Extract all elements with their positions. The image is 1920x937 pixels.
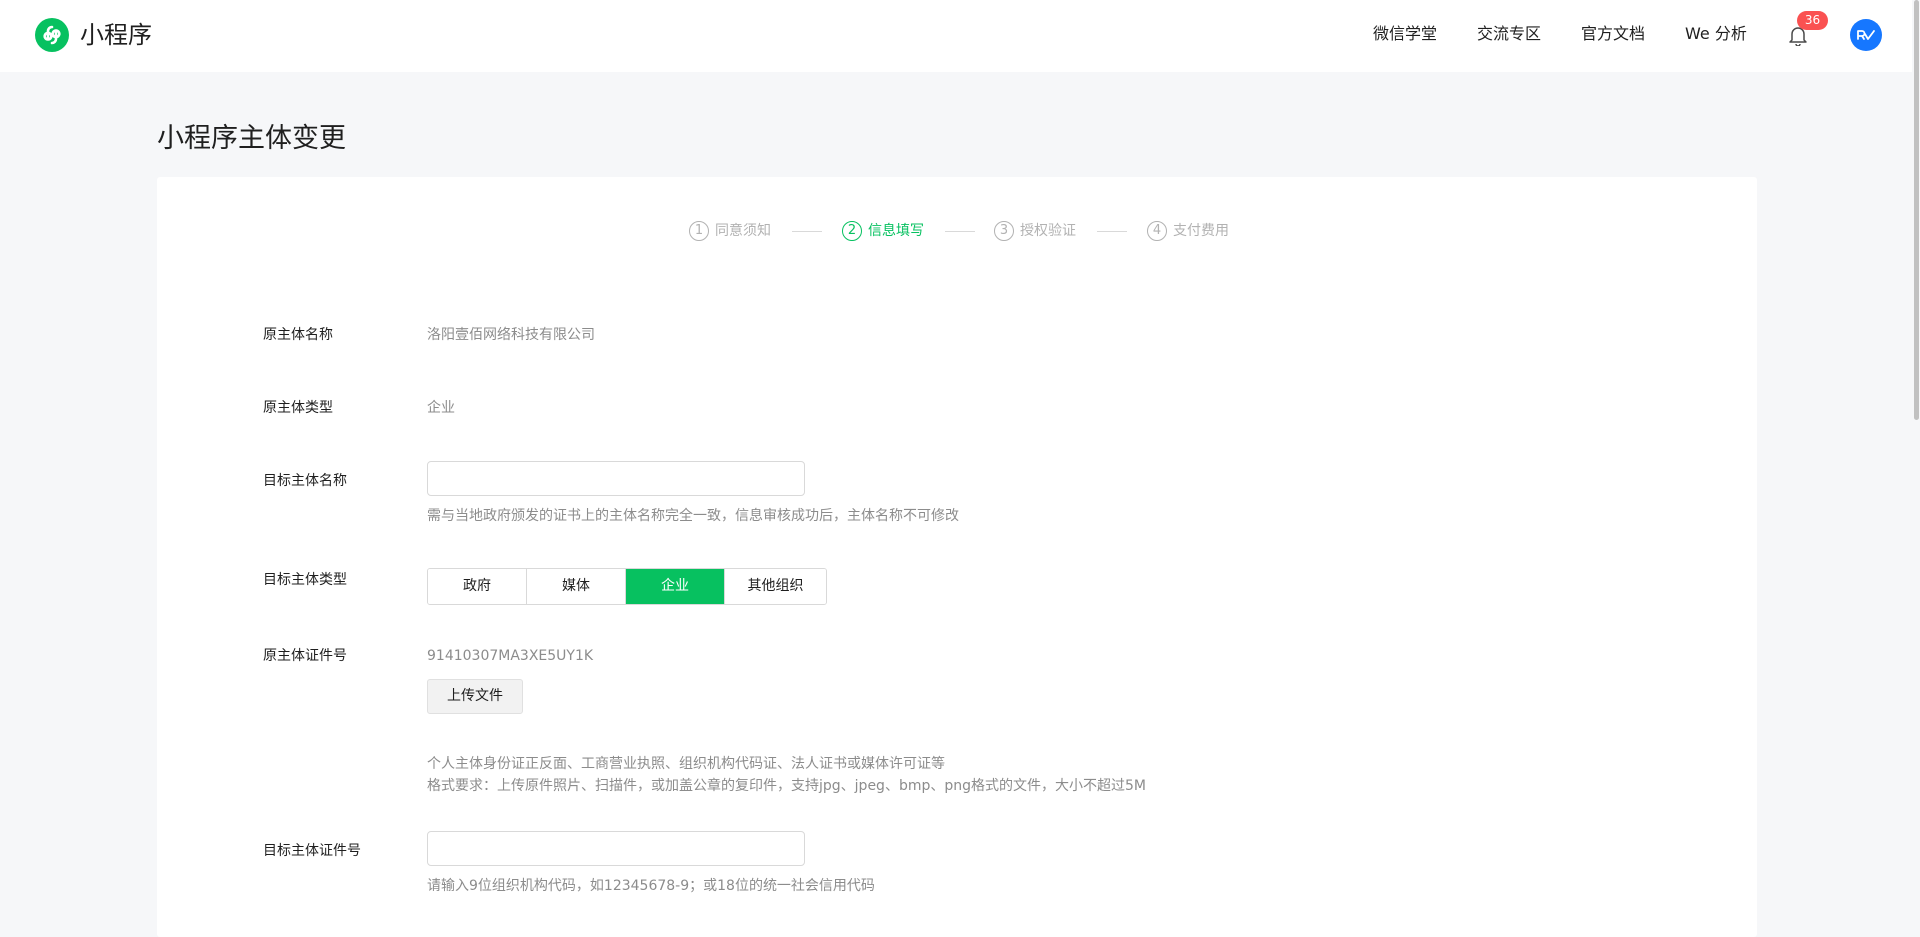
original-name-label: 原主体名称 [263,327,333,343]
form-card [157,177,1757,937]
original-cert-value: 91410307MA3XE5UY1K [427,648,594,664]
target-type-label: 目标主体类型 [263,572,347,588]
step-label: 信息填写 [868,223,924,239]
original-cert-tip-format: 格式要求：上传原件照片、扫描件，或加盖公章的复印件，支持jpg、jpeg、bmp… [427,778,1146,794]
nav-weixin-school[interactable]: 微信学堂 [1373,24,1437,44]
nav-we-analytics[interactable]: We 分析 [1685,24,1747,44]
target-name-label: 目标主体名称 [263,473,347,489]
step-agree-notice: 1 同意须知 [689,220,771,242]
top-navigation-bar: 小程序 微信学堂 交流专区 官方文档 We 分析 36 [0,0,1920,72]
step-divider [945,231,975,232]
page-title: 小程序主体变更 [157,123,346,154]
brand-name: 小程序 [80,21,152,49]
step-authorize-verify: 3 授权验证 [994,220,1076,242]
target-type-option-government[interactable]: 政府 [428,569,527,604]
step-label: 授权验证 [1020,223,1076,239]
step-fill-info: 2 信息填写 [842,220,924,242]
avatar[interactable] [1850,19,1882,51]
nav-docs[interactable]: 官方文档 [1581,24,1645,44]
original-name-value: 洛阳壹佰网络科技有限公司 [427,327,595,343]
step-pay-fee: 4 支付费用 [1147,220,1229,242]
miniprogram-logo-icon[interactable] [35,18,69,52]
step-divider [792,231,822,232]
target-name-input[interactable] [427,461,805,496]
target-type-selector: 政府 媒体 企业 其他组织 [427,568,827,605]
target-cert-input[interactable] [427,831,805,866]
original-cert-tip-types: 个人主体身份证正反面、工商营业执照、组织机构代码证、法人证书或媒体许可证等 [427,756,945,772]
step-label: 同意须知 [715,223,771,239]
target-type-option-enterprise[interactable]: 企业 [626,569,725,604]
step-divider [1097,231,1127,232]
target-type-option-other-org[interactable]: 其他组织 [725,569,826,604]
page-scrollbar-thumb[interactable] [1914,0,1919,420]
target-cert-tip: 请输入9位组织机构代码，如12345678-9；或18位的统一社会信用代码 [427,878,875,894]
nav-community[interactable]: 交流专区 [1477,24,1541,44]
step-number: 3 [994,221,1014,241]
upload-file-button[interactable]: 上传文件 [427,679,523,714]
original-cert-label: 原主体证件号 [263,648,347,664]
step-number: 2 [842,221,862,241]
step-number: 1 [689,221,709,241]
target-name-tip: 需与当地政府颁发的证书上的主体名称完全一致，信息审核成功后，主体名称不可修改 [427,508,959,524]
step-label: 支付费用 [1173,223,1229,239]
original-type-value: 企业 [427,400,455,416]
target-type-option-media[interactable]: 媒体 [527,569,626,604]
step-number: 4 [1147,221,1167,241]
target-cert-label: 目标主体证件号 [263,843,361,859]
notification-badge: 36 [1797,11,1828,30]
original-type-label: 原主体类型 [263,400,333,416]
